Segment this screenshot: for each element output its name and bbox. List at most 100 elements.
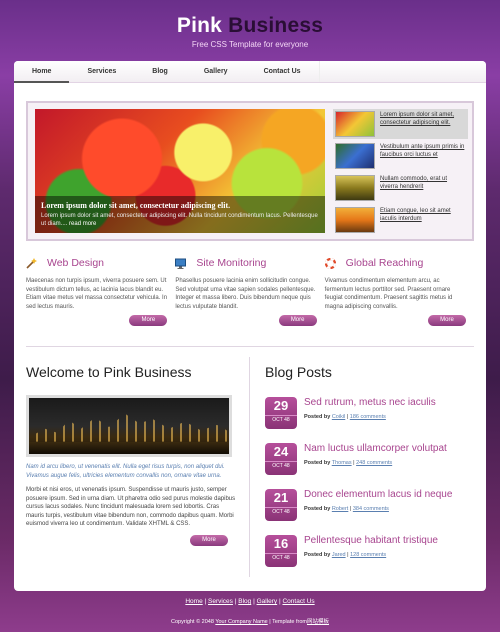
site-footer: Home | Services | Blog | Gallery | Conta… bbox=[0, 598, 500, 625]
blog-post: 16 OCT 48 Pellentesque habitant tristiqu… bbox=[265, 535, 475, 567]
post-author-link[interactable]: Robert bbox=[332, 506, 349, 512]
thumb-image-bird bbox=[335, 143, 375, 169]
company-link[interactable]: Your Company Name bbox=[215, 619, 267, 625]
slider-thumbnails: Lorem ipsum dolor sit amet, consectetur … bbox=[333, 109, 468, 237]
thumb-text[interactable]: Lorem ipsum dolor sit amet, consectetur … bbox=[380, 111, 466, 137]
feature-title: Site Monitoring bbox=[196, 257, 267, 269]
blog-section: Blog Posts 29 OCT 48 Sed rutrum, metus n… bbox=[265, 364, 475, 567]
posted-by-label: Posted by bbox=[304, 552, 331, 558]
post-comments-link[interactable]: 186 comments bbox=[350, 414, 386, 420]
hero-slider: Lorem ipsum dolor sit amet, consectetur … bbox=[26, 101, 474, 241]
welcome-intro: Nam id arcu libero, ut venenatis elit. N… bbox=[26, 464, 225, 479]
feature-title: Web Design bbox=[47, 257, 105, 269]
template-site-link[interactable]: 网站模板 bbox=[307, 619, 329, 625]
logo-pink-word: Pink bbox=[176, 14, 223, 37]
post-meta: Posted by Coikil | 186 comments bbox=[304, 414, 386, 420]
city-skyline-image bbox=[26, 395, 232, 457]
post-title[interactable]: Nam luctus ullamcorper volutpat bbox=[304, 443, 447, 454]
date-day: 29 bbox=[273, 398, 289, 413]
nav-home[interactable]: Home bbox=[14, 61, 70, 83]
thumb-item[interactable]: Vestibulum ante ipsum primis in faucibus… bbox=[333, 141, 468, 171]
post-title[interactable]: Pellentesque habitant tristique bbox=[304, 535, 438, 546]
feature-text: Phasellus posuere lacinia enim sollicitu… bbox=[175, 278, 316, 310]
date-badge: 29 OCT 48 bbox=[265, 397, 297, 429]
date-day: 24 bbox=[273, 444, 289, 459]
posted-by-label: Posted by bbox=[304, 414, 331, 420]
date-badge: 21 OCT 48 bbox=[265, 489, 297, 521]
copyright: Copyright © 2048 Your Company Name | Tem… bbox=[171, 619, 329, 625]
thumb-text[interactable]: Vestibulum ante ipsum primis in faucibus… bbox=[380, 143, 466, 169]
thumb-text[interactable]: Nullam commodo, erat ut viverra hendreri… bbox=[380, 175, 466, 201]
post-meta: Posted by Jared | 128 comments bbox=[304, 552, 387, 558]
blog-title: Blog Posts bbox=[265, 364, 332, 380]
wand-icon bbox=[26, 257, 37, 269]
post-comments-link[interactable]: 248 comments bbox=[356, 460, 392, 466]
nav-gallery[interactable]: Gallery bbox=[186, 61, 246, 83]
post-info: Donec elementum lacus id neque Posted by… bbox=[304, 489, 452, 521]
copyright-prefix: Copyright © 2048 bbox=[171, 619, 214, 625]
date-day: 21 bbox=[273, 490, 289, 505]
date-month: OCT 48 bbox=[265, 553, 297, 562]
thumb-item[interactable]: Nullam commodo, erat ut viverra hendreri… bbox=[333, 173, 468, 203]
post-info: Sed rutrum, metus nec iaculis Posted by … bbox=[304, 397, 436, 429]
date-day: 16 bbox=[273, 536, 289, 551]
welcome-section: Welcome to Pink Business Nam id arcu lib… bbox=[26, 364, 236, 546]
thumb-image-landscape bbox=[335, 175, 375, 201]
feature-text: Vivamus condimentum elementum arcu, ac f… bbox=[324, 278, 453, 310]
post-meta: Posted by Robert | 384 comments bbox=[304, 506, 389, 512]
feature-heading: Global Reaching bbox=[324, 257, 474, 269]
lifebuoy-icon bbox=[324, 257, 336, 269]
welcome-title: Welcome to Pink Business bbox=[26, 364, 192, 380]
footer-link-blog[interactable]: Blog bbox=[238, 598, 251, 605]
thumb-item[interactable]: Etiam congue, leo sit amet iaculis inter… bbox=[333, 205, 468, 235]
post-author-link[interactable]: Thomas bbox=[332, 460, 352, 466]
content-wrapper: Home Services Blog Gallery Contact Us Lo… bbox=[14, 61, 486, 591]
posted-by-label: Posted by bbox=[304, 506, 331, 512]
feature-site-monitoring: Site Monitoring Phasellus posuere lacini… bbox=[175, 257, 324, 326]
nav-blog[interactable]: Blog bbox=[134, 61, 186, 83]
tagline: Free CSS Template for everyone bbox=[191, 40, 309, 49]
post-author-link[interactable]: Jared bbox=[332, 552, 346, 558]
nav-contact[interactable]: Contact Us bbox=[246, 61, 319, 83]
footer-link-contact[interactable]: Contact Us bbox=[282, 598, 314, 605]
footer-nav: Home | Services | Blog | Gallery | Conta… bbox=[185, 598, 315, 605]
post-author-link[interactable]: Coikil bbox=[332, 414, 345, 420]
feature-heading: Site Monitoring bbox=[175, 257, 324, 269]
section-divider bbox=[26, 346, 474, 347]
thumb-image-peppers bbox=[335, 111, 375, 137]
feature-title: Global Reaching bbox=[345, 257, 424, 269]
more-button[interactable]: More bbox=[129, 315, 168, 326]
date-badge: 24 OCT 48 bbox=[265, 443, 297, 475]
post-title[interactable]: Sed rutrum, metus nec iaculis bbox=[304, 397, 436, 408]
feature-text: Maecenas non turpis ipsum, viverra posue… bbox=[26, 278, 168, 310]
site-logo[interactable]: Pink Business bbox=[0, 14, 500, 38]
post-title[interactable]: Donec elementum lacus id neque bbox=[304, 489, 452, 500]
post-comments-link[interactable]: 384 comments bbox=[353, 506, 389, 512]
post-info: Nam luctus ullamcorper volutpat Posted b… bbox=[304, 443, 447, 475]
blog-post: 24 OCT 48 Nam luctus ullamcorper volutpa… bbox=[265, 443, 475, 475]
thumb-item[interactable]: Lorem ipsum dolor sit amet, consectetur … bbox=[333, 109, 468, 139]
nav-services[interactable]: Services bbox=[69, 61, 134, 83]
nav-spacer bbox=[318, 61, 486, 82]
column-divider bbox=[249, 357, 250, 577]
post-info: Pellentesque habitant tristique Posted b… bbox=[304, 535, 438, 567]
post-meta: Posted by Thomas | 248 comments bbox=[304, 460, 393, 466]
features-row: Web Design Maecenas non turpis ipsum, vi… bbox=[26, 257, 474, 326]
hero-image[interactable]: Lorem ipsum dolor sit amet, consectetur … bbox=[35, 109, 325, 233]
blog-post: 29 OCT 48 Sed rutrum, metus nec iaculis … bbox=[265, 397, 475, 429]
footer-link-gallery[interactable]: Gallery bbox=[257, 598, 278, 605]
more-button[interactable]: More bbox=[427, 315, 466, 326]
more-button[interactable]: More bbox=[278, 315, 317, 326]
post-comments-link[interactable]: 128 comments bbox=[350, 552, 386, 558]
thumb-image-sunset bbox=[335, 207, 375, 233]
logo-business-word: Business bbox=[228, 14, 324, 37]
hero-caption-text: Lorem ipsum dolor sit amet, consectetur … bbox=[41, 212, 319, 228]
date-month: OCT 48 bbox=[265, 461, 297, 470]
footer-link-home[interactable]: Home bbox=[185, 598, 202, 605]
footer-link-services[interactable]: Services bbox=[208, 598, 233, 605]
feature-global-reaching: Global Reaching Vivamus condimentum elem… bbox=[324, 257, 474, 326]
thumb-text[interactable]: Etiam congue, leo sit amet iaculis inter… bbox=[380, 207, 466, 233]
monitor-icon bbox=[175, 258, 187, 269]
hero-read-more-link[interactable]: read more bbox=[69, 221, 96, 227]
more-button[interactable]: More bbox=[190, 534, 228, 546]
